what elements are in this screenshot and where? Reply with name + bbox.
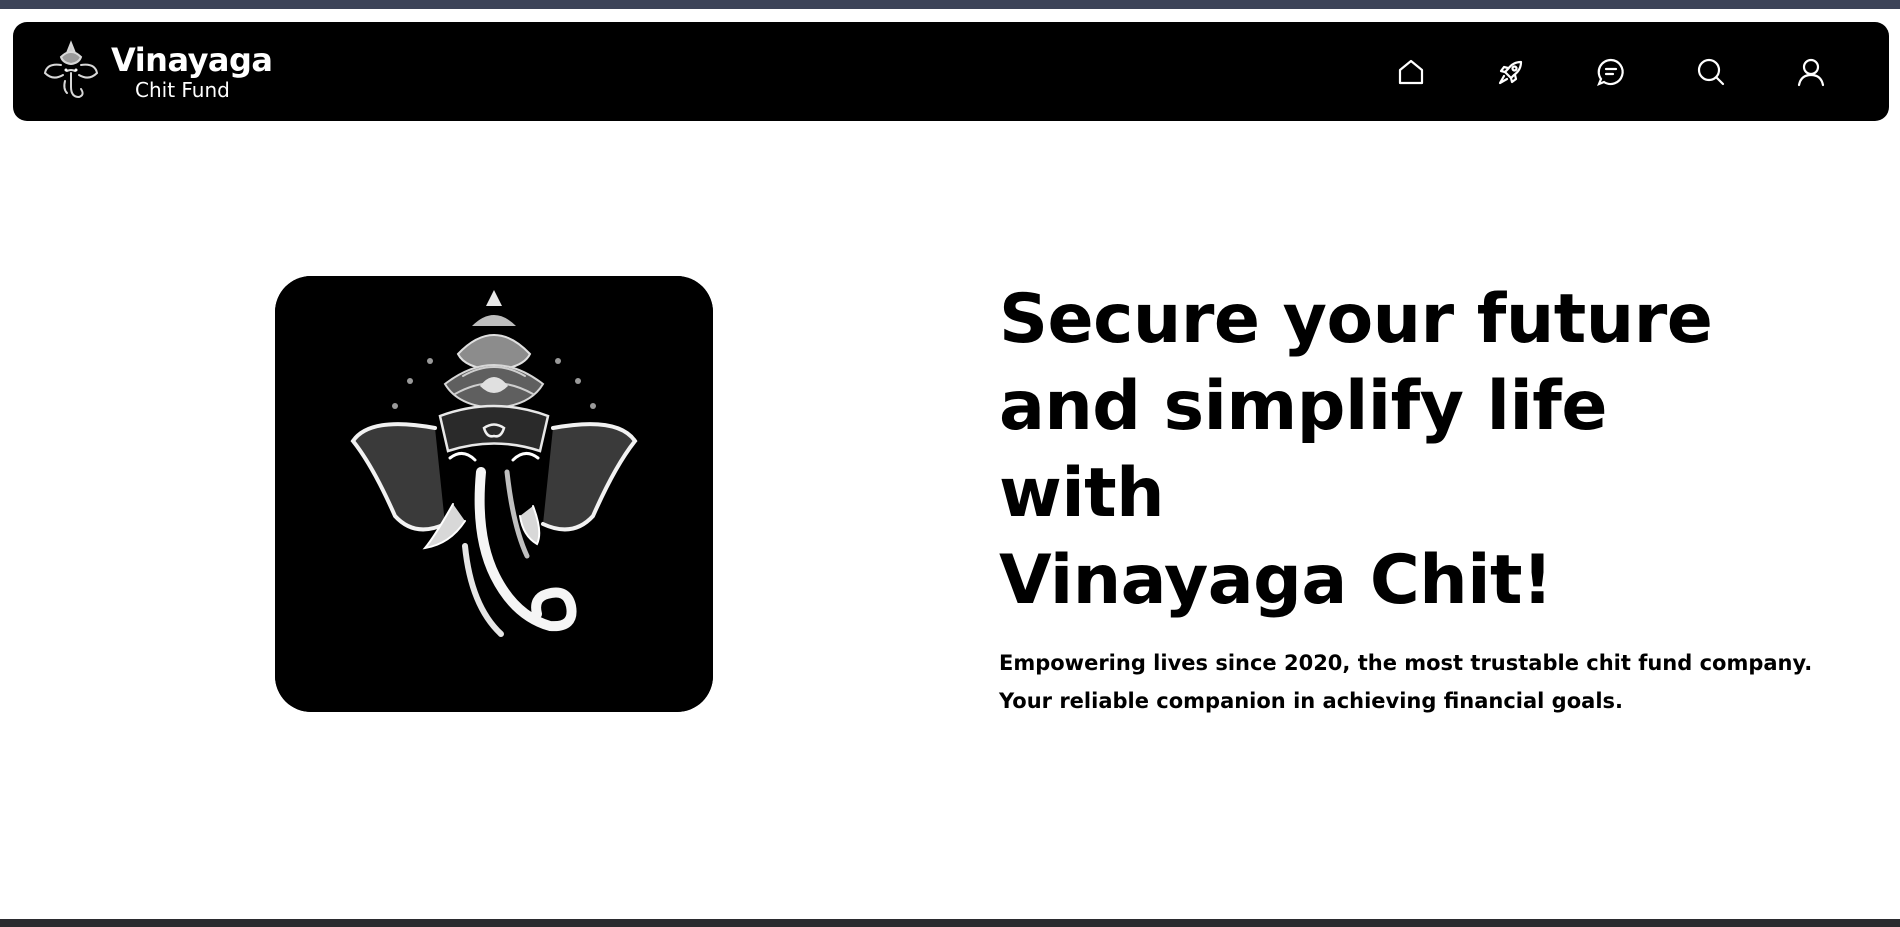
bottom-strip [0,919,1900,927]
headline-line: and simplify life [999,367,1607,446]
chat-icon[interactable] [1593,54,1629,90]
hero-tagline: Empowering lives since 2020, the most tr… [999,644,1839,720]
search-icon[interactable] [1693,54,1729,90]
headline-line: with [999,454,1165,533]
headline-line: Vinayaga Chit! [999,541,1553,620]
rocket-icon[interactable] [1493,54,1529,90]
brand[interactable]: Vinayaga Chit Fund [39,34,273,109]
navbar: Vinayaga Chit Fund [13,22,1889,121]
ganesha-logo-icon [43,39,99,98]
hero-text: Secure your future and simplify life wit… [999,276,1839,720]
headline-line: Secure your future [999,280,1713,359]
hero-headline: Secure your future and simplify life wit… [999,276,1839,624]
ganesha-illustration-icon [275,276,713,712]
nav-icon-bar [1329,22,1829,121]
browser-top-strip [0,0,1900,9]
brand-subtitle: Chit Fund [135,77,230,102]
brand-title: Vinayaga [111,40,273,79]
home-icon[interactable] [1393,54,1429,90]
tagline-line: Empowering lives since 2020, the most tr… [999,651,1813,675]
user-icon[interactable] [1793,54,1829,90]
tagline-line: Your reliable companion in achieving fin… [999,689,1623,713]
